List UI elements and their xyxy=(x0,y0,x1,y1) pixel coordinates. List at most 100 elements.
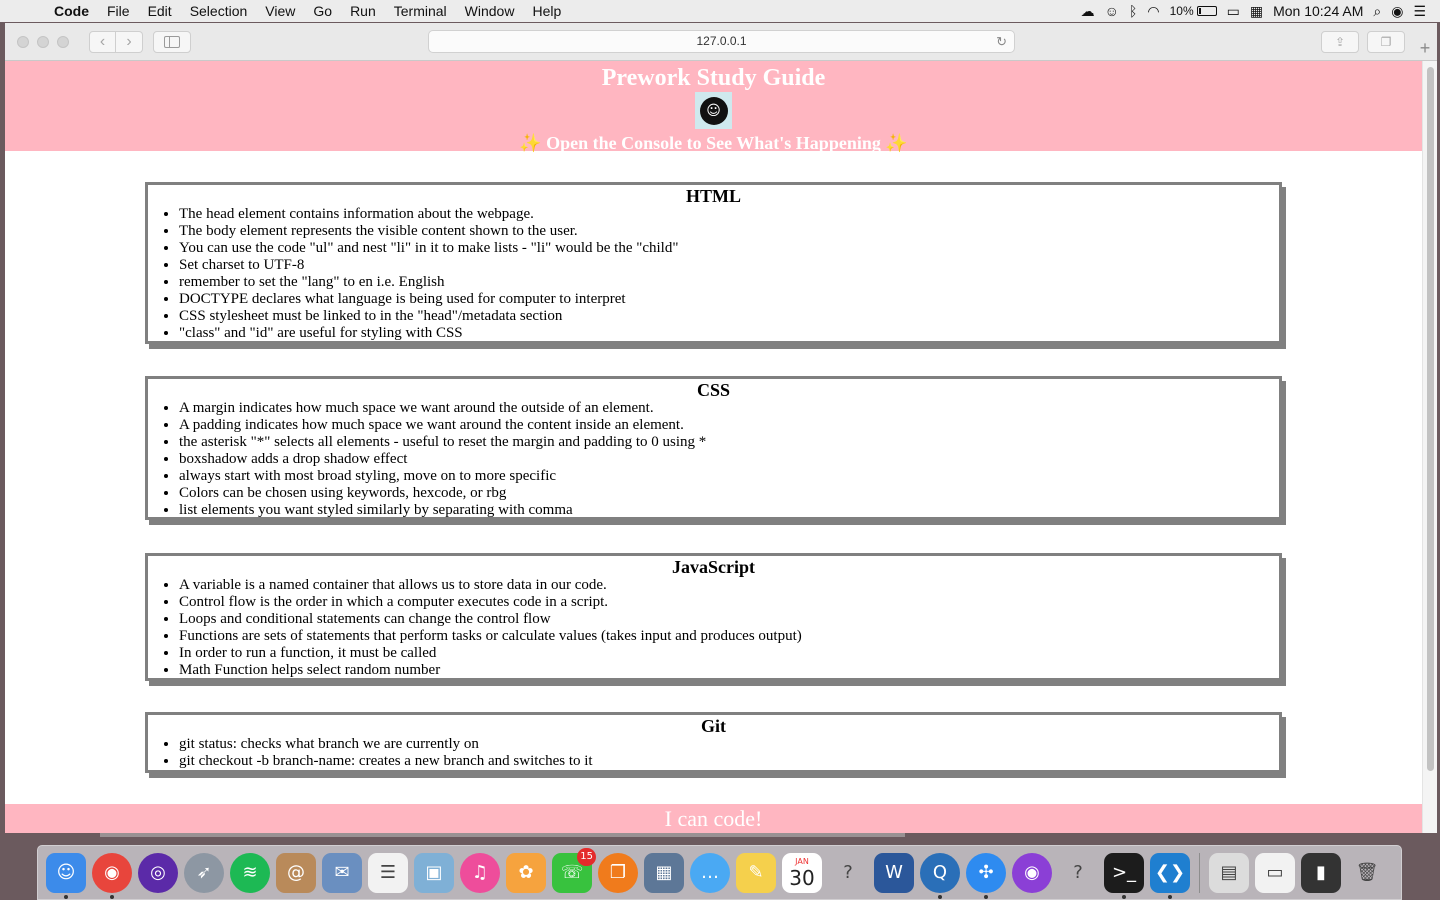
safari-icon[interactable]: ✣ xyxy=(966,852,1006,899)
chrome-icon[interactable]: ◉ xyxy=(92,852,132,899)
dock-glyph: ❮❯ xyxy=(1154,862,1186,883)
plus-icon: + xyxy=(1419,38,1431,58)
unknown-app-icon-2[interactable]: ? xyxy=(1058,853,1098,893)
photos-icon[interactable]: ✿ xyxy=(506,852,546,893)
dock-glyph: ✿ xyxy=(518,862,534,883)
itunes-icon[interactable]: ♫ xyxy=(460,852,500,893)
preview-icon[interactable]: ▣ xyxy=(414,852,454,893)
list-item: In order to run a function, it must be c… xyxy=(179,645,1279,662)
menu-edit[interactable]: Edit xyxy=(139,0,181,22)
contacts-icon[interactable]: @ xyxy=(276,852,316,893)
input-menu-icon[interactable]: ▦ xyxy=(1250,3,1263,20)
ibooks-icon[interactable]: ❐ xyxy=(598,852,638,893)
list-item: Functions are sets of statements that pe… xyxy=(179,628,1279,645)
menu-file[interactable]: File xyxy=(98,0,139,22)
dock-glyph: ☺ xyxy=(56,862,76,883)
page-subtitle: ✨ Open the Console to See What's Happeni… xyxy=(519,133,908,153)
dock-glyph: @ xyxy=(287,862,305,883)
reload-icon[interactable]: ↻ xyxy=(996,31,1007,52)
siri-icon[interactable]: ◉ xyxy=(1391,3,1403,20)
menu-view[interactable]: View xyxy=(256,0,304,22)
list-item: "class" and "id" are useful for styling … xyxy=(179,325,1279,342)
trash-icon[interactable]: 🗑 xyxy=(1347,853,1387,893)
page-header: Prework Study Guide ☺ ✨ Open the Console… xyxy=(5,61,1422,153)
section-list: A margin indicates how much space we wan… xyxy=(148,400,1279,519)
notification-center-icon[interactable]: ☰ xyxy=(1413,3,1426,20)
forward-button[interactable]: › xyxy=(116,30,143,53)
menu-go[interactable]: Go xyxy=(304,0,341,22)
accessibility-icon[interactable]: ☺ xyxy=(1105,3,1119,19)
scrollbar-thumb[interactable] xyxy=(1427,67,1434,771)
notes-icon[interactable]: ✎ xyxy=(736,852,776,893)
messages-icon[interactable]: ☏ 15 xyxy=(552,847,596,893)
battery-indicator[interactable]: 10% xyxy=(1170,4,1217,18)
spotify-icon[interactable]: ≋ xyxy=(230,852,270,893)
menu-help[interactable]: Help xyxy=(523,0,570,22)
section-card-html: HTML The head element contains informati… xyxy=(145,182,1282,344)
spotlight-search-icon[interactable]: ⌕ xyxy=(1373,3,1381,20)
image-capture-icon[interactable]: ▦ xyxy=(644,852,684,893)
vertical-scrollbar[interactable] xyxy=(1422,61,1437,833)
list-item: A padding indicates how much space we wa… xyxy=(179,417,1279,434)
running-indicator xyxy=(110,894,114,899)
close-window-button[interactable] xyxy=(17,35,29,48)
dock-glyph: ? xyxy=(843,862,853,883)
list-item: The head element contains information ab… xyxy=(179,206,1279,223)
app-menus: Code File Edit Selection View Go Run Terminal W… xyxy=(44,0,570,22)
clock[interactable]: Mon 10:24 AM xyxy=(1273,3,1363,19)
chevron-left-icon: ‹ xyxy=(99,32,106,50)
page-title: Prework Study Guide xyxy=(601,65,826,91)
dock-glyph: ☰ xyxy=(379,862,397,883)
messages-bubble-icon[interactable]: … xyxy=(690,852,730,893)
toolbar-right-buttons: ⇪ ❐ xyxy=(1321,31,1405,53)
page-footer: I can code! xyxy=(5,804,1422,833)
bluetooth-icon[interactable]: ᛒ xyxy=(1129,3,1137,19)
mail-icon[interactable]: ✉ xyxy=(322,852,362,893)
list-item: Control flow is the order in which a com… xyxy=(179,594,1279,611)
app-name-menu[interactable]: Code xyxy=(44,0,98,22)
downloads-stack-icon[interactable]: ▤ xyxy=(1209,852,1249,893)
new-tab-button[interactable]: + xyxy=(1415,37,1435,59)
section-card-javascript: JavaScript A variable is a named contain… xyxy=(145,553,1282,681)
menu-selection[interactable]: Selection xyxy=(181,0,257,22)
quicktime-icon[interactable]: Q xyxy=(920,852,960,899)
finder-icon[interactable]: ☺ xyxy=(46,852,86,899)
sidebar-toggle-button[interactable] xyxy=(153,30,191,53)
section-list: git status: checks what branch we are cu… xyxy=(148,736,1279,770)
unknown-app-icon[interactable]: ? xyxy=(828,853,868,893)
menu-run[interactable]: Run xyxy=(341,0,385,22)
wifi-icon[interactable]: ◠ xyxy=(1147,3,1159,20)
minimize-window-button[interactable] xyxy=(37,35,49,48)
back-button[interactable]: ‹ xyxy=(89,30,116,53)
menu-terminal[interactable]: Terminal xyxy=(385,0,456,22)
list-item: Loops and conditional statements can cha… xyxy=(179,611,1279,628)
list-item: Math Function helps select random number xyxy=(179,662,1279,679)
tab-overview-button[interactable]: ❐ xyxy=(1367,31,1405,53)
podcasts-icon[interactable]: ◉ xyxy=(1012,852,1052,893)
section-card-git: Git git status: checks what branch we ar… xyxy=(145,712,1282,773)
zoom-window-button[interactable] xyxy=(57,35,69,48)
launchpad-icon[interactable]: ➶ xyxy=(184,852,224,893)
desktop-shelf xyxy=(100,833,905,837)
documents-stack-icon[interactable]: ▮ xyxy=(1301,852,1341,893)
calendar-month: JAN xyxy=(795,856,809,866)
reminders-icon[interactable]: ☰ xyxy=(368,852,408,893)
dock-separator xyxy=(1199,852,1200,893)
list-item: remember to set the "lang" to en i.e. En… xyxy=(179,274,1279,291)
share-icon: ⇪ xyxy=(1334,35,1346,49)
siri-icon[interactable]: ◎ xyxy=(138,852,178,893)
airplay-icon[interactable]: ▭ xyxy=(1227,3,1240,20)
terminal-icon[interactable]: >_ xyxy=(1104,852,1144,899)
list-item: list elements you want styled similarly … xyxy=(179,502,1279,519)
menu-window[interactable]: Window xyxy=(456,0,524,22)
address-bar[interactable]: 127.0.0.1 ↻ xyxy=(428,30,1015,53)
list-item: Set charset to UTF-8 xyxy=(179,257,1279,274)
screenshot-stack-icon[interactable]: ▭ xyxy=(1255,852,1295,893)
icloud-icon[interactable]: ☁ xyxy=(1081,3,1095,20)
vscode-icon[interactable]: ❮❯ xyxy=(1150,852,1190,899)
word-icon[interactable]: W xyxy=(874,852,914,893)
share-button[interactable]: ⇪ xyxy=(1321,31,1359,53)
running-indicator xyxy=(1122,894,1126,899)
list-item: CSS stylesheet must be linked to in the … xyxy=(179,308,1279,325)
calendar-icon[interactable]: JAN 30 xyxy=(782,852,822,893)
